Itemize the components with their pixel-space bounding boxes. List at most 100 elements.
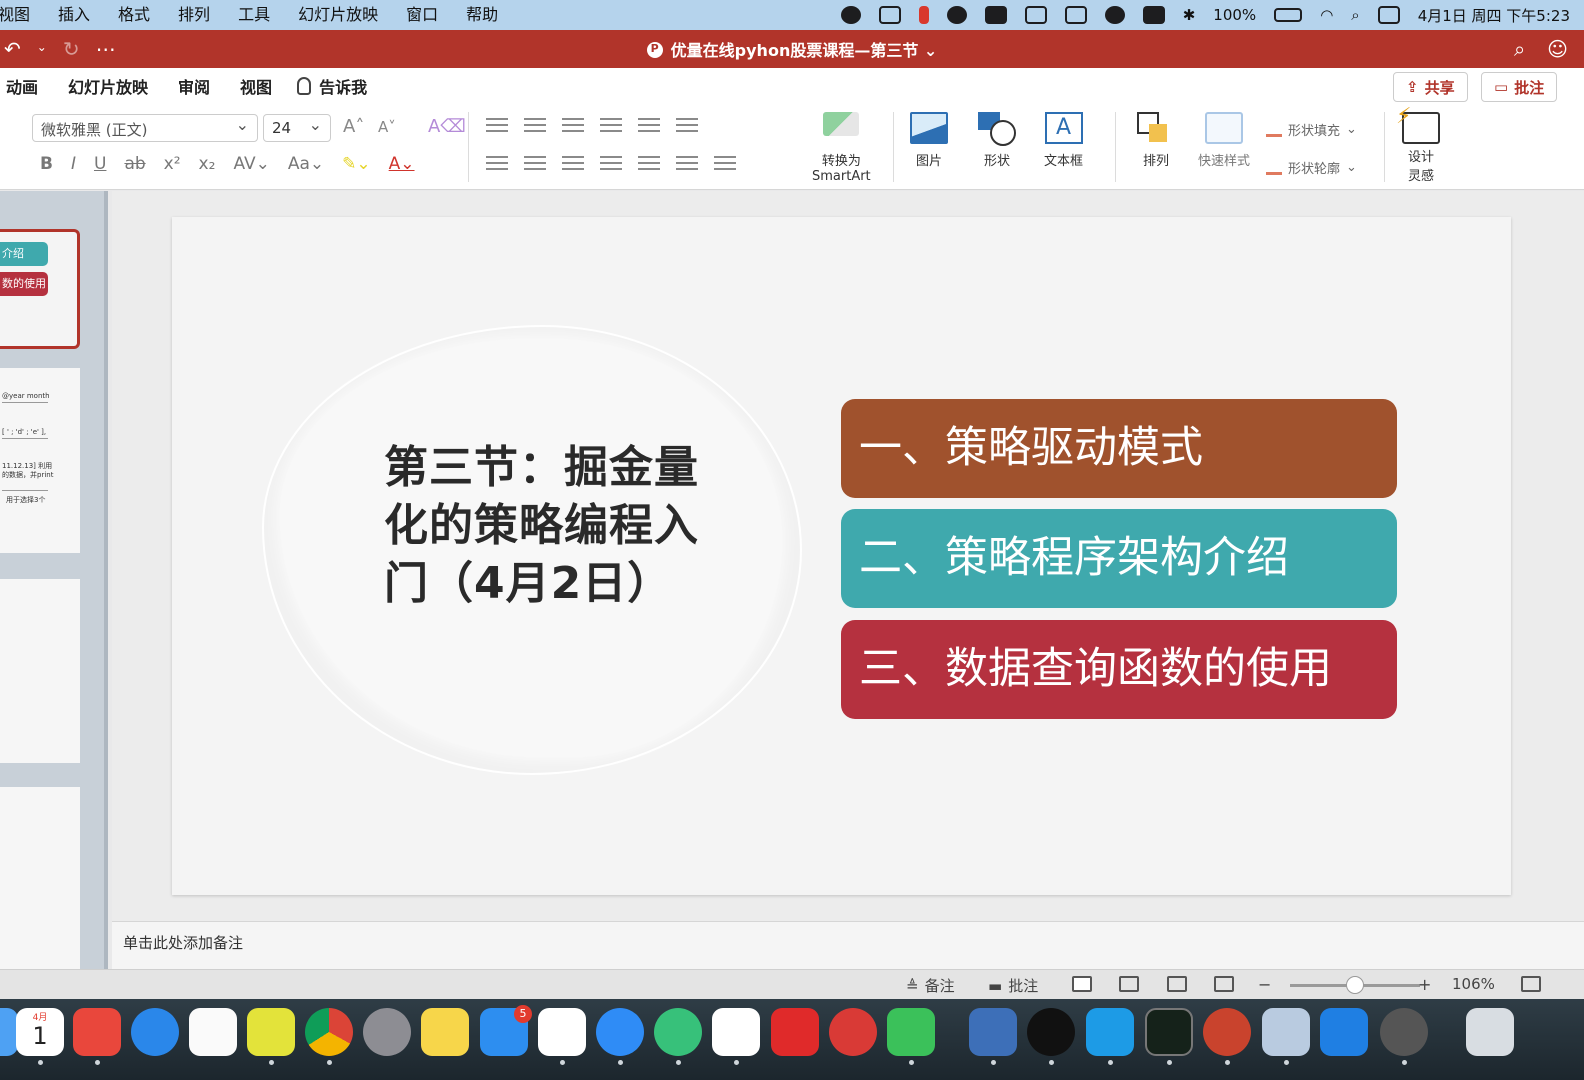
s-icon[interactable] [1142, 6, 1165, 24]
shape-button[interactable]: 形状 [978, 112, 1016, 169]
shape-outline-button[interactable]: 形状轮廓 ⌄ [1266, 158, 1357, 177]
align-text-icon[interactable] [714, 156, 736, 170]
tab-view[interactable]: 视图 [225, 74, 287, 98]
line-spacing-icon[interactable] [638, 118, 660, 132]
decrease-indent-icon[interactable] [562, 118, 584, 132]
comments-button[interactable]: ▭ 批注 [1481, 72, 1558, 102]
agenda-item-3[interactable]: 三、数据查询函数的使用 [841, 620, 1397, 719]
clock[interactable]: 4月1日 周四 下午5:23 [1418, 5, 1570, 26]
subscript-icon[interactable]: x₂ [199, 154, 216, 174]
menu-window[interactable]: 窗口 [392, 0, 452, 30]
slide-thumbnail-next[interactable]: @year month [ ' ; 'd' ; 'e' ], 11.12.13]… [0, 368, 80, 553]
distributed-icon[interactable] [638, 156, 660, 170]
textbox-button[interactable]: A 文本框 [1044, 112, 1083, 169]
numbering-icon[interactable] [524, 118, 546, 132]
wechat-app-icon[interactable] [887, 1008, 935, 1056]
clear-format-icon[interactable]: A⌫ [428, 116, 466, 137]
tab-animations[interactable]: 动画 [0, 74, 53, 98]
youdao-icon[interactable] [771, 1008, 819, 1056]
columns-icon[interactable] [676, 118, 698, 132]
underline-icon[interactable]: U [94, 154, 106, 174]
align-center-icon[interactable] [524, 156, 546, 170]
fit-to-window-icon[interactable] [1521, 976, 1541, 992]
chrome-icon[interactable] [305, 1008, 353, 1056]
justify-icon[interactable] [600, 156, 622, 170]
menu-help[interactable]: 帮助 [452, 0, 512, 30]
picture-button[interactable]: 图片 [910, 112, 948, 169]
change-case-icon[interactable]: Aa⌄ [288, 154, 324, 174]
tab-review[interactable]: 审阅 [163, 74, 225, 98]
agenda-item-2[interactable]: 二、策略程序架构介绍 [841, 509, 1397, 608]
pane-divider[interactable] [104, 191, 108, 969]
normal-view-icon[interactable] [1072, 976, 1092, 992]
trash-icon[interactable] [1466, 1008, 1514, 1056]
menu-arrange[interactable]: 排列 [164, 0, 224, 30]
wifi-signal-icon[interactable] [1024, 6, 1047, 24]
qq-icon[interactable] [1027, 1008, 1075, 1056]
preview-icon[interactable] [1262, 1008, 1310, 1056]
menu-tools[interactable]: 工具 [224, 0, 284, 30]
increase-indent-icon[interactable] [600, 118, 622, 132]
search-icon[interactable]: ⌕ [1514, 37, 1525, 61]
parallels-icon[interactable] [918, 6, 929, 24]
italic-icon[interactable]: I [71, 154, 76, 174]
smiley-icon[interactable]: ☺ [1547, 37, 1568, 61]
comments-toggle[interactable]: ▬ 批注 [988, 975, 1038, 996]
agenda-item-1[interactable]: 一、策略驱动模式 [841, 399, 1397, 498]
control-center-icon[interactable] [1377, 6, 1400, 24]
slideshow-icon[interactable] [1214, 976, 1234, 992]
zoom-level[interactable]: 106% [1452, 975, 1495, 993]
shield-app-icon[interactable] [538, 1008, 586, 1056]
system-preferences-icon[interactable] [363, 1008, 411, 1056]
shape-fill-button[interactable]: 形状填充 ⌄ [1266, 120, 1357, 139]
reminders-icon[interactable] [189, 1008, 237, 1056]
align-left-icon[interactable] [486, 156, 508, 170]
highlight-icon[interactable]: ✎⌄ [342, 154, 371, 174]
quick-styles-button[interactable]: 快速样式 [1198, 112, 1250, 169]
kugou-icon[interactable] [131, 1008, 179, 1056]
speaker-notes[interactable]: 单击此处添加备注 [112, 921, 1584, 969]
slide-sorter-icon[interactable] [1119, 976, 1139, 992]
tell-me[interactable]: 告诉我 [287, 74, 367, 98]
shrink-font-icon[interactable]: A˅ [378, 118, 396, 136]
reading-view-icon[interactable] [1167, 976, 1187, 992]
keyboard-icon[interactable] [984, 6, 1007, 24]
notes-toggle[interactable]: ≜ 备注 [906, 975, 955, 996]
convert-smartart-button[interactable]: 转换为 SmartArt [812, 112, 871, 184]
current-slide[interactable]: 第三节：掘金量化的策略编程入门（4月2日） 一、策略驱动模式 二、策略程序架构介… [172, 217, 1511, 895]
battery-icon[interactable] [1274, 8, 1303, 22]
align-right-icon[interactable] [562, 156, 584, 170]
share-button[interactable]: ⇪ 共享 [1393, 72, 1468, 102]
char-spacing-icon[interactable]: AV⌄ [233, 154, 269, 174]
activity-monitor-icon[interactable] [1145, 1008, 1193, 1056]
dingtalk-icon[interactable] [596, 1008, 644, 1056]
strikethrough-icon[interactable]: ab [124, 154, 145, 174]
mail-icon[interactable] [878, 6, 901, 24]
menu-format[interactable]: 格式 [104, 0, 164, 30]
tab-slideshow[interactable]: 幻灯片放映 [53, 74, 163, 98]
menu-slideshow[interactable]: 幻灯片放映 [284, 0, 392, 30]
video-icon[interactable] [654, 1008, 702, 1056]
slide-thumbnail-current[interactable]: 介绍 数的使用 [0, 229, 80, 349]
slide-thumbnail[interactable] [0, 579, 80, 763]
pycharm-icon[interactable] [247, 1008, 295, 1056]
slide-thumbnail[interactable] [0, 787, 80, 969]
font-size-select[interactable]: 24 [263, 114, 331, 142]
quicktime-icon[interactable] [1380, 1008, 1428, 1056]
menu-view[interactable]: 视图 [0, 0, 44, 30]
arrange-button[interactable]: 排列 [1137, 112, 1175, 169]
font-name-select[interactable]: 微软雅黑 (正文) [32, 114, 258, 142]
notes-icon[interactable] [421, 1008, 469, 1056]
screen-icon[interactable] [1064, 6, 1087, 24]
shield-icon[interactable] [946, 6, 967, 24]
document-title-text[interactable]: 优量在线pyhon股票课程—第三节 [671, 41, 919, 60]
wechat-icon[interactable] [840, 6, 861, 24]
calendar-icon[interactable]: 4月 1 [16, 1008, 64, 1056]
mail-app-icon[interactable] [73, 1008, 121, 1056]
bluetooth-icon[interactable]: ✱ [1183, 6, 1196, 24]
grow-font-icon[interactable]: A˄ [343, 116, 364, 137]
design-ideas-button[interactable]: 设计 灵感 [1396, 104, 1440, 184]
zoom-out-button[interactable]: − [1258, 975, 1271, 994]
baidu-netdisk-icon[interactable] [712, 1008, 760, 1056]
parallels-app-icon[interactable] [969, 1008, 1017, 1056]
